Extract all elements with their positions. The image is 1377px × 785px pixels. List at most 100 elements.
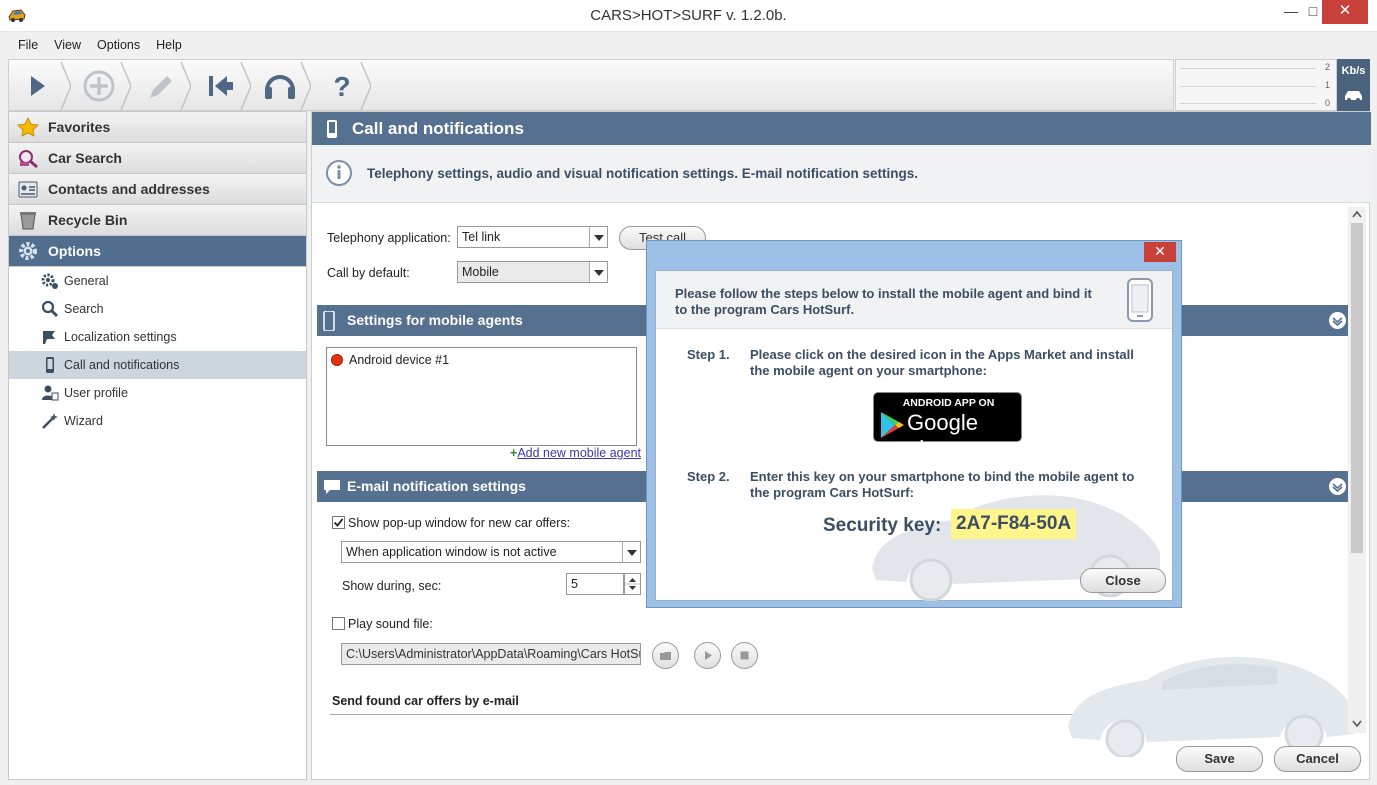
sidebar-sub-general[interactable]: General: [9, 267, 306, 295]
folder-icon: [660, 652, 671, 660]
show-during-input[interactable]: 5: [566, 573, 624, 595]
dialog-header-text: Please follow the steps below to install…: [675, 286, 1092, 317]
checkmark-icon: [333, 518, 344, 527]
menu-file[interactable]: File: [8, 32, 44, 52]
popup-checkbox[interactable]: [332, 516, 345, 529]
google-play-badge[interactable]: ANDROID APP ON Google play: [873, 392, 1022, 461]
add-button[interactable]: [69, 62, 131, 110]
status-dot-icon: [331, 354, 343, 366]
sound-path-input[interactable]: C:\Users\Administrator\AppData\Roaming\C…: [341, 643, 641, 665]
car-icon: [1345, 91, 1362, 102]
scroll-down-icon[interactable]: [1351, 719, 1363, 729]
sidebar-sub-label: User profile: [64, 386, 128, 400]
stop-sound-button[interactable]: [731, 642, 758, 669]
scrollbar[interactable]: [1348, 207, 1366, 733]
sidebar-sub-user-profile[interactable]: User profile: [9, 379, 306, 407]
chevron-down-icon[interactable]: [1329, 478, 1346, 495]
play-sound-checkbox[interactable]: [332, 617, 345, 630]
window-close-button[interactable]: ✕: [1322, 0, 1368, 24]
phone-icon: [46, 357, 54, 373]
add-agent-link[interactable]: +Add new mobile agent: [510, 446, 641, 460]
sidebar-item-label: Contacts and addresses: [48, 181, 210, 197]
menu-view[interactable]: View: [44, 32, 87, 52]
help-icon: ?: [333, 62, 371, 110]
help-button[interactable]: ?: [309, 62, 371, 110]
support-button[interactable]: [249, 62, 311, 110]
title-bar: CARS>HOT>SURF v. 1.2.0b. — □ ✕: [0, 0, 1377, 32]
sidebar-item-contacts[interactable]: Contacts and addresses: [9, 174, 306, 205]
telephony-value: Tel link: [462, 230, 501, 244]
gears-icon: [41, 273, 58, 289]
add-icon: [83, 62, 131, 110]
call-default-label: Call by default:: [327, 266, 410, 280]
go-first-icon: [209, 62, 251, 110]
star-icon: [17, 117, 39, 137]
popup-mode-value: When application window is not active: [346, 545, 557, 559]
sidebar-sub-search[interactable]: Search: [9, 295, 306, 323]
send-email-heading: Send found car offers by e-mail: [332, 694, 519, 708]
section-title: E-mail notification settings: [347, 478, 526, 494]
sidebar-sub-call-notifications[interactable]: Call and notifications: [9, 351, 306, 379]
section-title: Settings for mobile agents: [347, 312, 523, 328]
sidebar-item-recycle-bin[interactable]: Recycle Bin: [9, 205, 306, 236]
dialog-close-x-button[interactable]: ✕: [1144, 242, 1176, 262]
contacts-icon: [18, 181, 38, 198]
menu-bar: File View Options Help: [8, 32, 1370, 58]
window-title: CARS>HOT>SURF v. 1.2.0b.: [590, 7, 787, 24]
dialog-close-button[interactable]: Close: [1080, 568, 1166, 593]
sidebar-sub-label: Localization settings: [64, 330, 177, 344]
speed-unit-label: Kb/s: [1341, 65, 1366, 77]
chevron-down-icon: [589, 227, 607, 247]
sidebar-item-options[interactable]: Options: [9, 236, 306, 267]
menu-options[interactable]: Options: [87, 32, 146, 52]
list-item[interactable]: Android device #1: [331, 352, 631, 370]
show-during-stepper[interactable]: [624, 573, 641, 595]
play-icon: [705, 651, 712, 660]
graph-gridline: [1180, 103, 1316, 104]
scroll-thumb[interactable]: [1351, 223, 1363, 553]
device-list[interactable]: Android device #1: [326, 347, 637, 446]
info-text: Telephony settings, audio and visual not…: [367, 166, 919, 181]
user-profile-icon: [42, 385, 59, 401]
sidebar-item-label: Options: [48, 243, 101, 259]
info-icon: [326, 160, 352, 186]
speed-tick: 2: [1324, 62, 1330, 72]
step1-number: Step 1.: [687, 347, 730, 362]
start-search-button[interactable]: [9, 62, 71, 110]
speed-tick: 1: [1324, 80, 1330, 90]
telephony-select[interactable]: Tel link: [457, 226, 608, 248]
sidebar: Favorites Car Search Contacts and addres…: [8, 111, 307, 780]
menu-help[interactable]: Help: [146, 32, 188, 52]
chevron-down-icon[interactable]: [1329, 312, 1346, 329]
sidebar-item-favorites[interactable]: Favorites: [9, 112, 306, 143]
graph-gridline: [1180, 68, 1316, 69]
stepper-arrows-icon: [625, 578, 640, 590]
chevron-down-icon: [589, 262, 607, 282]
popup-label: Show pop-up window for new car offers:: [348, 516, 571, 530]
security-key-label: Security key:: [823, 515, 942, 536]
scroll-up-icon[interactable]: [1351, 209, 1363, 219]
car-search-icon: [19, 150, 38, 168]
call-default-select[interactable]: Mobile: [457, 261, 608, 283]
browse-sound-button[interactable]: [652, 642, 679, 669]
sidebar-sub-label: Call and notifications: [64, 358, 180, 372]
go-first-button[interactable]: [189, 62, 251, 110]
flag-icon: [43, 331, 55, 344]
popup-mode-select[interactable]: When application window is not active: [341, 541, 641, 563]
sidebar-item-car-search[interactable]: Car Search: [9, 143, 306, 174]
sidebar-sub-wizard[interactable]: Wizard: [9, 407, 306, 435]
save-button[interactable]: Save: [1176, 746, 1263, 772]
gear-icon: [19, 242, 37, 260]
car-watermark-icon: [1068, 656, 1354, 757]
page-title: Call and notifications: [352, 119, 524, 138]
wand-icon: [42, 413, 58, 429]
edit-icon: [150, 62, 191, 110]
speed-unit-panel: Kb/s: [1337, 59, 1370, 111]
speed-graph: 2 1 0: [1175, 59, 1337, 111]
sidebar-sub-localization[interactable]: Localization settings: [9, 323, 306, 351]
headset-icon: [265, 62, 311, 110]
play-sound-label: Play sound file:: [348, 617, 433, 631]
play-sound-button[interactable]: [694, 642, 721, 669]
cancel-button[interactable]: Cancel: [1274, 746, 1361, 772]
edit-button[interactable]: [129, 62, 191, 110]
